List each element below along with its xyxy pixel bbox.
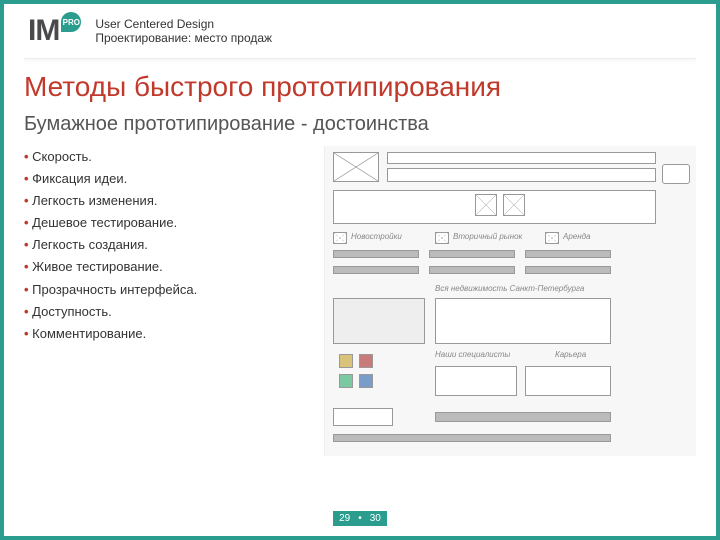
slide-title: Методы быстрого прототипирования: [4, 67, 716, 109]
header-text: User Centered Design Проектирование: мес…: [95, 17, 272, 45]
header: IM PRO User Centered Design Проектирован…: [4, 4, 716, 54]
sketch-col-label: Карьера: [555, 350, 586, 359]
page-current: 29: [333, 511, 356, 526]
sketch-hero-thumb: [475, 194, 497, 216]
logo-badge-icon: PRO: [61, 12, 81, 32]
sketch-section-icon: [545, 232, 559, 244]
sketch-big-block: [333, 298, 425, 344]
page-dot: •: [356, 511, 364, 526]
sketch-lower-block: [525, 366, 611, 396]
bullet-item: Легкость изменения.: [24, 190, 304, 212]
bullet-item: Дешевое тестирование.: [24, 212, 304, 234]
sketch-topbar: [387, 152, 656, 164]
sketch-bar: [333, 266, 419, 274]
header-line2: Проектирование: место продаж: [95, 31, 272, 45]
sketch-section-icon: [435, 232, 449, 244]
sketch-side-block: [435, 298, 611, 344]
logo-text: IM: [28, 14, 59, 48]
bullet-item: Прозрачность интерфейса.: [24, 279, 304, 301]
bullet-list: Скорость. Фиксация идеи. Легкость измене…: [24, 146, 304, 456]
logo-badge-text: PRO: [63, 18, 80, 27]
bullet-item: Скорость.: [24, 146, 304, 168]
sketch-footer-block: [333, 408, 393, 426]
sketch-chip: [359, 374, 373, 388]
header-divider: [24, 58, 696, 59]
sketch-hero-thumb: [503, 194, 525, 216]
page-indicator: 29 • 30: [333, 511, 387, 526]
sketch-label: Новостройки: [351, 232, 402, 241]
sketch-footer-bar: [333, 434, 611, 442]
footer: 29 • 30: [4, 508, 716, 526]
page-total: 30: [364, 511, 387, 526]
sketch-bar: [525, 266, 611, 274]
bullet-item: Живое тестирование.: [24, 256, 304, 278]
sketch-knob: [662, 164, 690, 184]
sketch-col-label: Наши специалисты: [435, 350, 510, 359]
sketch-label: Аренда: [563, 232, 591, 241]
sketch-bar: [429, 250, 515, 258]
sketch-logo-box: [333, 152, 379, 182]
bullet-item: Легкость создания.: [24, 234, 304, 256]
sketch-footer-bar: [435, 412, 611, 422]
slide-body: Скорость. Фиксация идеи. Легкость измене…: [4, 146, 716, 456]
slide: IM PRO User Centered Design Проектирован…: [0, 0, 720, 540]
slide-subtitle: Бумажное прототипирование - достоинства: [4, 109, 716, 146]
sketch-bar: [333, 250, 419, 258]
sketch-section-icon: [333, 232, 347, 244]
sketch-bar: [525, 250, 611, 258]
sketch-topbar2: [387, 168, 656, 182]
sketch-chip: [359, 354, 373, 368]
bullet-item: Фиксация идеи.: [24, 168, 304, 190]
sketch-chip: [339, 374, 353, 388]
logo: IM PRO: [28, 14, 81, 48]
sketch-lower-block: [435, 366, 517, 396]
sketch-caption: Вся недвижимость Санкт-Петербурга: [435, 284, 584, 293]
sketch-bar: [429, 266, 515, 274]
bullet-item: Доступность.: [24, 301, 304, 323]
header-line1: User Centered Design: [95, 17, 272, 31]
sketch-label: Вторичный рынок: [453, 232, 522, 241]
bullet-item: Комментирование.: [24, 323, 304, 345]
paper-prototype-sketch: Новостройки Вторичный рынок Аренда Вся н…: [324, 146, 696, 456]
sketch-chip: [339, 354, 353, 368]
